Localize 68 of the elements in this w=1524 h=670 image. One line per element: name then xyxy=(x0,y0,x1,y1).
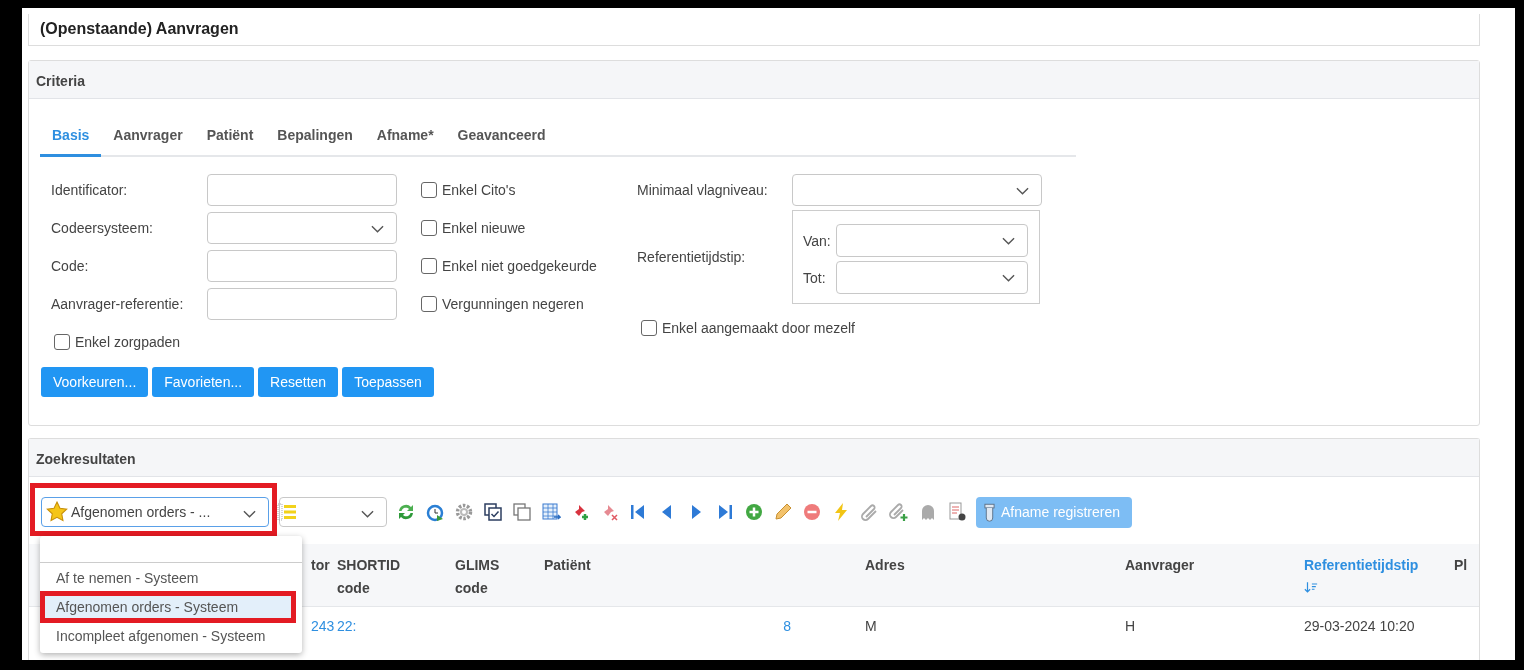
column-header[interactable]: Aanvrager xyxy=(1125,554,1195,577)
checkbox[interactable]: Enkel Cito's xyxy=(421,171,637,209)
refresh-icon[interactable] xyxy=(396,502,416,522)
tab[interactable]: Patiënt xyxy=(194,119,266,157)
dropdown[interactable] xyxy=(792,174,1042,206)
clip-add-icon[interactable] xyxy=(889,502,909,522)
field-label: Van: xyxy=(803,232,832,249)
page-title: (Openstaande) Aanvragen xyxy=(40,20,239,37)
table-link[interactable]: 8 xyxy=(783,618,791,634)
pencil-icon[interactable] xyxy=(773,502,793,522)
table-cell: M xyxy=(865,618,877,634)
checkbox[interactable]: Vergunningen negeren xyxy=(421,285,637,323)
clip-icon[interactable] xyxy=(860,502,880,522)
field-label: Minimaal vlagniveau: xyxy=(637,182,769,198)
test-tube-icon xyxy=(984,502,995,522)
field-label: Identificator: xyxy=(51,182,129,198)
field-label: Aanvrager-referentie: xyxy=(51,296,185,312)
chevron-icon xyxy=(361,510,374,518)
text-field[interactable] xyxy=(207,288,397,320)
chevron-icon xyxy=(1002,237,1015,245)
chevron-icon xyxy=(371,225,384,233)
field-label: Tot: xyxy=(803,269,827,286)
menu-option[interactable]: Afgenomen orders - Systeem xyxy=(40,591,296,623)
panel-title: Criteria xyxy=(36,73,86,89)
checkbox[interactable]: Enkel zorgpaden xyxy=(54,323,421,361)
table-cell: 29-03-2024 10:20 xyxy=(1304,618,1415,634)
tab[interactable]: Afname* xyxy=(364,119,446,157)
column-header[interactable]: Adres xyxy=(865,554,905,577)
table-link[interactable]: 22: xyxy=(337,618,357,634)
plus-icon[interactable] xyxy=(744,502,764,522)
minus-icon[interactable] xyxy=(802,502,822,522)
columns-dropdown[interactable] xyxy=(279,497,387,527)
table-link[interactable]: 243 xyxy=(311,618,335,634)
copy-icon[interactable] xyxy=(512,502,532,522)
list-icon xyxy=(277,502,297,522)
copy-check-icon[interactable] xyxy=(483,502,503,522)
table-cell: H xyxy=(1125,618,1136,634)
field-label: Codeersysteem: xyxy=(51,220,154,236)
dropdown[interactable] xyxy=(836,224,1028,257)
checkbox[interactable]: Enkel nieuwe xyxy=(421,209,637,247)
field-label: Code: xyxy=(51,258,90,274)
dropdown[interactable] xyxy=(207,212,397,244)
text-field[interactable] xyxy=(207,174,397,206)
checkbox[interactable]: Enkel aangemaakt door mezelf xyxy=(641,309,1042,347)
column-header[interactable]: tor xyxy=(311,554,330,577)
field-label: Referentietijdstip: xyxy=(637,249,747,265)
menu-option[interactable]: Incompleet afgenomen - Systeem xyxy=(40,623,302,649)
menu-option[interactable]: Af te nemen - Systeem xyxy=(40,565,302,591)
panel-title: Zoekresultaten xyxy=(36,451,136,467)
column-header[interactable]: SHORTID code xyxy=(337,554,407,600)
text-field[interactable] xyxy=(207,250,397,282)
chevron-icon xyxy=(1002,274,1015,282)
column-header[interactable]: GLIMS code xyxy=(455,554,525,600)
view-dropdown[interactable]: Afgenomen orders - ... xyxy=(41,497,269,527)
chevron-icon xyxy=(1016,187,1029,195)
dropdown[interactable] xyxy=(836,261,1028,294)
gear-icon[interactable] xyxy=(454,502,474,522)
column-header[interactable]: Patiënt xyxy=(544,554,591,577)
grid-icon[interactable] xyxy=(541,502,561,522)
checkbox[interactable]: Enkel niet goedgekeurde xyxy=(421,247,637,285)
tab[interactable]: Aanvrager xyxy=(101,119,195,157)
tab[interactable]: Bepalingen xyxy=(265,119,365,157)
star-icon xyxy=(46,501,68,523)
tab[interactable]: Geavanceerd xyxy=(445,119,558,157)
sort-icon[interactable] xyxy=(1304,581,1318,594)
clock-icon[interactable] xyxy=(425,502,445,522)
chevron-icon xyxy=(243,510,256,518)
column-header[interactable]: Pl xyxy=(1454,554,1468,577)
